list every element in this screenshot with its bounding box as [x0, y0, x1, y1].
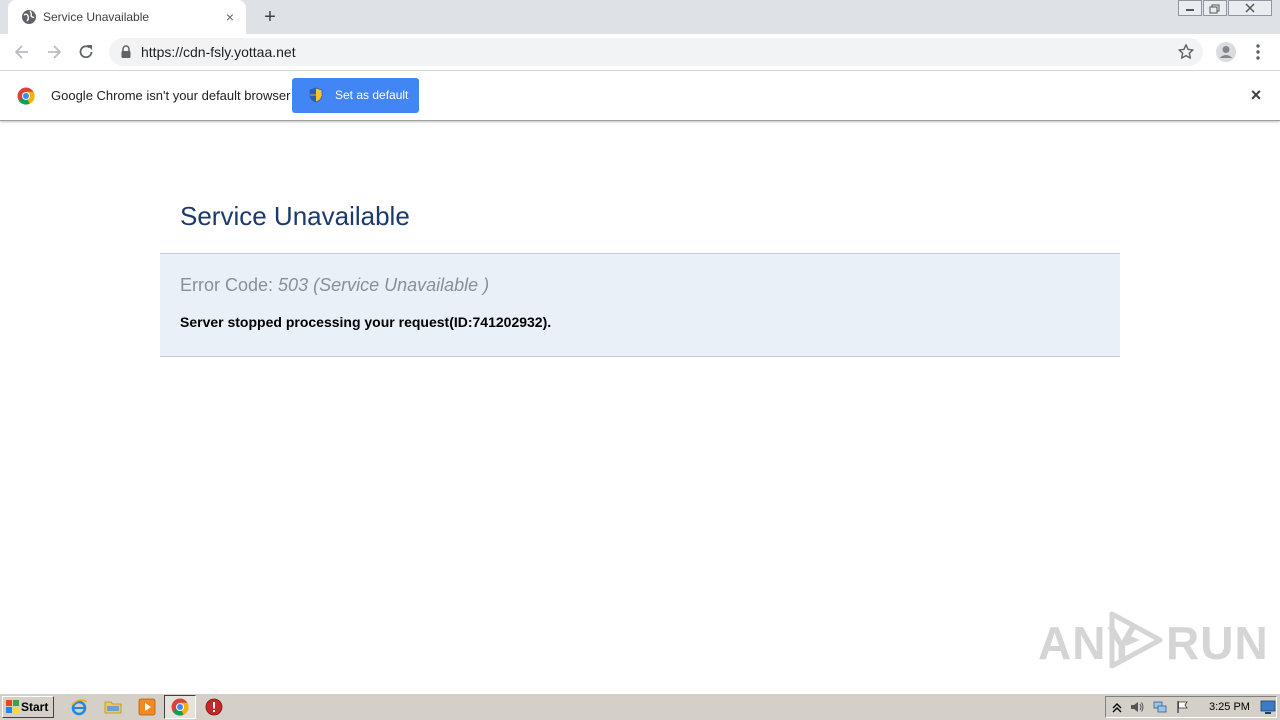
restore-button[interactable]	[1203, 0, 1227, 16]
infobar-message: Google Chrome isn't your default browser	[51, 88, 291, 103]
globe-icon	[22, 10, 36, 24]
tab-strip: Service Unavailable × +	[0, 0, 1280, 34]
show-hidden-icons-icon[interactable]	[1110, 700, 1124, 714]
error-code-value: 503 (Service Unavailable )	[278, 275, 490, 295]
url-text[interactable]: https://cdn-fsly.yottaa.net	[141, 44, 296, 60]
start-button[interactable]: Start	[2, 696, 54, 718]
tab-service-unavailable[interactable]: Service Unavailable ×	[8, 0, 246, 34]
minimize-icon	[1186, 9, 1194, 11]
error-code-line: Error Code: 503 (Service Unavailable )	[180, 275, 489, 296]
close-window-button[interactable]	[1228, 0, 1272, 16]
restore-icon	[1209, 4, 1220, 14]
play-icon	[1109, 611, 1163, 669]
action-center-flag-icon[interactable]	[1176, 700, 1190, 714]
error-code-label: Error Code:	[180, 275, 279, 295]
arrow-right-icon[interactable]	[44, 42, 64, 62]
stop-sign-icon[interactable]	[205, 698, 223, 716]
window-controls	[1177, 0, 1272, 18]
taskbar-clock[interactable]: 3:25 PM	[1209, 701, 1250, 713]
set-as-default-button[interactable]: Set as default	[292, 78, 419, 113]
kebab-menu-icon[interactable]	[1250, 42, 1266, 62]
watermark-text-right: RUN	[1166, 617, 1269, 669]
minimize-button[interactable]	[1178, 0, 1202, 16]
address-bar[interactable]: https://cdn-fsly.yottaa.net	[109, 38, 1203, 66]
error-message: Server stopped processing your request(I…	[180, 314, 552, 330]
taskbar: Start 3:25 PM	[0, 693, 1280, 720]
error-panel: Error Code: 503 (Service Unavailable ) S…	[160, 253, 1120, 357]
infobar-close-icon[interactable]: ×	[1247, 86, 1265, 104]
anyrun-watermark: ANY RUN	[1038, 610, 1268, 670]
close-icon	[1245, 3, 1255, 13]
new-tab-button[interactable]: +	[258, 6, 282, 28]
set-as-default-label: Set as default	[335, 88, 409, 102]
tab-close-icon[interactable]: ×	[222, 9, 238, 25]
uac-shield-icon	[309, 87, 323, 103]
windows-logo-icon	[6, 700, 19, 713]
chrome-logo-icon	[17, 87, 35, 105]
taskbar-chrome-button[interactable]	[164, 695, 196, 719]
avatar-icon[interactable]	[1215, 41, 1237, 63]
media-player-icon[interactable]	[138, 698, 156, 716]
default-browser-infobar: Google Chrome isn't your default browser…	[0, 71, 1280, 121]
folder-icon[interactable]	[104, 698, 122, 716]
reload-icon[interactable]	[76, 42, 96, 62]
page-title: Service Unavailable	[180, 201, 410, 231]
network-icon[interactable]	[1153, 700, 1167, 714]
star-icon[interactable]	[1177, 43, 1195, 61]
arrow-left-icon[interactable]	[12, 42, 32, 62]
tab-title: Service Unavailable	[43, 10, 150, 24]
speaker-icon[interactable]	[1130, 700, 1144, 714]
internet-explorer-icon[interactable]	[70, 698, 88, 716]
browser-toolbar: https://cdn-fsly.yottaa.net	[0, 34, 1280, 71]
lock-icon[interactable]	[120, 45, 132, 59]
chrome-icon	[171, 698, 189, 716]
system-tray: 3:25 PM	[1105, 696, 1277, 718]
show-desktop-icon[interactable]	[1260, 699, 1276, 715]
start-label: Start	[21, 700, 49, 714]
